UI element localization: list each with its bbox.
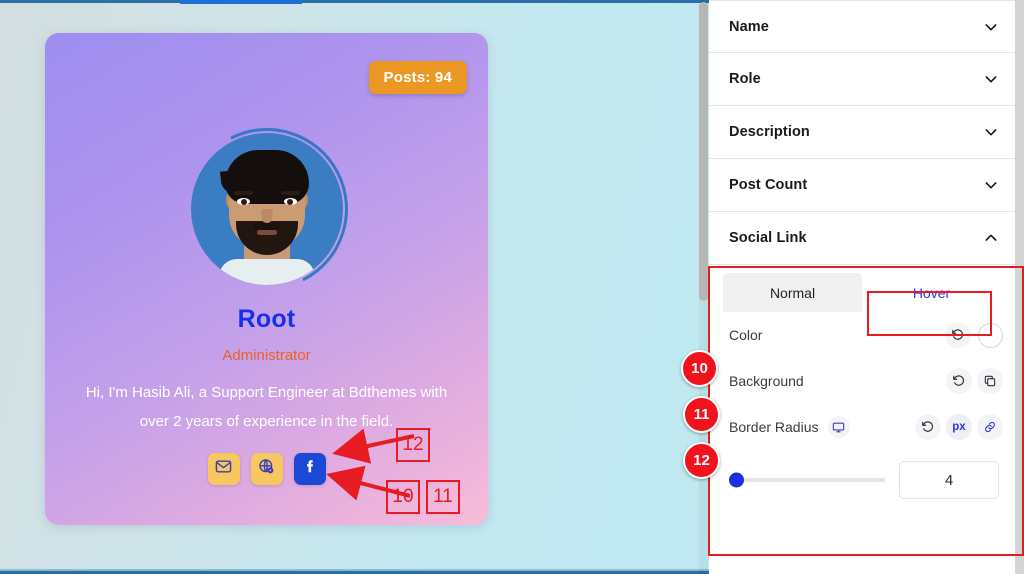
social-link-facebook[interactable] (293, 453, 326, 485)
slider-thumb[interactable] (729, 472, 744, 488)
border-radius-slider-row: 4 (709, 450, 1015, 510)
posts-badge: Posts: 94 (368, 61, 467, 94)
chevron-down-icon (983, 177, 999, 193)
reset-icon[interactable] (915, 414, 941, 440)
border-radius-slider[interactable] (729, 472, 885, 488)
section-name-label: Name (729, 18, 769, 35)
border-radius-value-input[interactable]: 4 (899, 461, 999, 499)
email-icon (215, 458, 232, 480)
avatar (164, 106, 369, 312)
section-post-count[interactable]: Post Count (709, 159, 1015, 212)
editor-screen: Posts: 94 Root Administrator Hi, I'm Has… (0, 0, 1024, 574)
section-role-label: Role (729, 71, 761, 87)
reset-icon[interactable] (946, 368, 972, 394)
section-role[interactable]: Role (709, 53, 1015, 106)
section-social-link-label: Social Link (729, 230, 807, 246)
section-post-count-label: Post Count (729, 177, 808, 193)
state-tabs: Normal Hover (709, 265, 1015, 312)
control-color-label: Color (729, 327, 763, 343)
desktop-icon[interactable] (827, 416, 850, 438)
social-link-website[interactable] (250, 453, 283, 485)
reset-icon[interactable] (945, 322, 971, 348)
avatar-image (190, 133, 343, 285)
control-border-radius-label: Border Radius (729, 419, 819, 435)
chevron-down-icon (983, 124, 999, 140)
social-link-body: Normal Hover Color Background Border Rad… (709, 265, 1015, 510)
panel-scrollbar[interactable] (1015, 0, 1024, 574)
section-description[interactable]: Description (709, 106, 1015, 159)
control-background-label: Background (729, 373, 804, 389)
annotation-badge-10: 10 (681, 350, 718, 387)
section-name[interactable]: Name (709, 0, 1015, 53)
control-color: Color (709, 312, 1015, 358)
canvas-scrollbar-thumb[interactable] (699, 2, 708, 301)
settings-panel[interactable]: Name Role Description Post Count Social … (709, 0, 1024, 574)
unit-px-button[interactable]: px (946, 414, 972, 440)
canvas-top-border (0, 0, 709, 3)
canvas-active-section-marker (180, 0, 302, 4)
tab-normal[interactable]: Normal (723, 273, 862, 312)
annotation-badge-11: 11 (683, 396, 720, 433)
annotation-box-12: 12 (396, 428, 430, 462)
chevron-down-icon (983, 19, 999, 35)
profile-name: Root (237, 305, 296, 333)
link-icon[interactable] (977, 414, 1003, 440)
profile-role: Administrator (222, 347, 311, 364)
chevron-up-icon (983, 230, 999, 246)
color-swatch[interactable] (978, 322, 1003, 348)
control-background: Background (709, 358, 1015, 404)
control-border-radius: Border Radius px (709, 404, 1015, 450)
section-description-label: Description (729, 124, 810, 140)
editor-canvas[interactable]: Posts: 94 Root Administrator Hi, I'm Has… (0, 0, 709, 574)
annotation-box-10: 10 (386, 480, 420, 514)
tab-hover[interactable]: Hover (862, 273, 1001, 312)
annotation-badge-12: 12 (683, 442, 720, 479)
section-social-link[interactable]: Social Link (709, 212, 1015, 265)
annotation-box-11: 11 (426, 480, 460, 514)
social-link-email[interactable] (207, 453, 240, 485)
facebook-icon (301, 458, 319, 481)
layers-icon[interactable] (977, 368, 1003, 394)
chevron-down-icon (983, 71, 999, 87)
website-icon (258, 458, 275, 480)
